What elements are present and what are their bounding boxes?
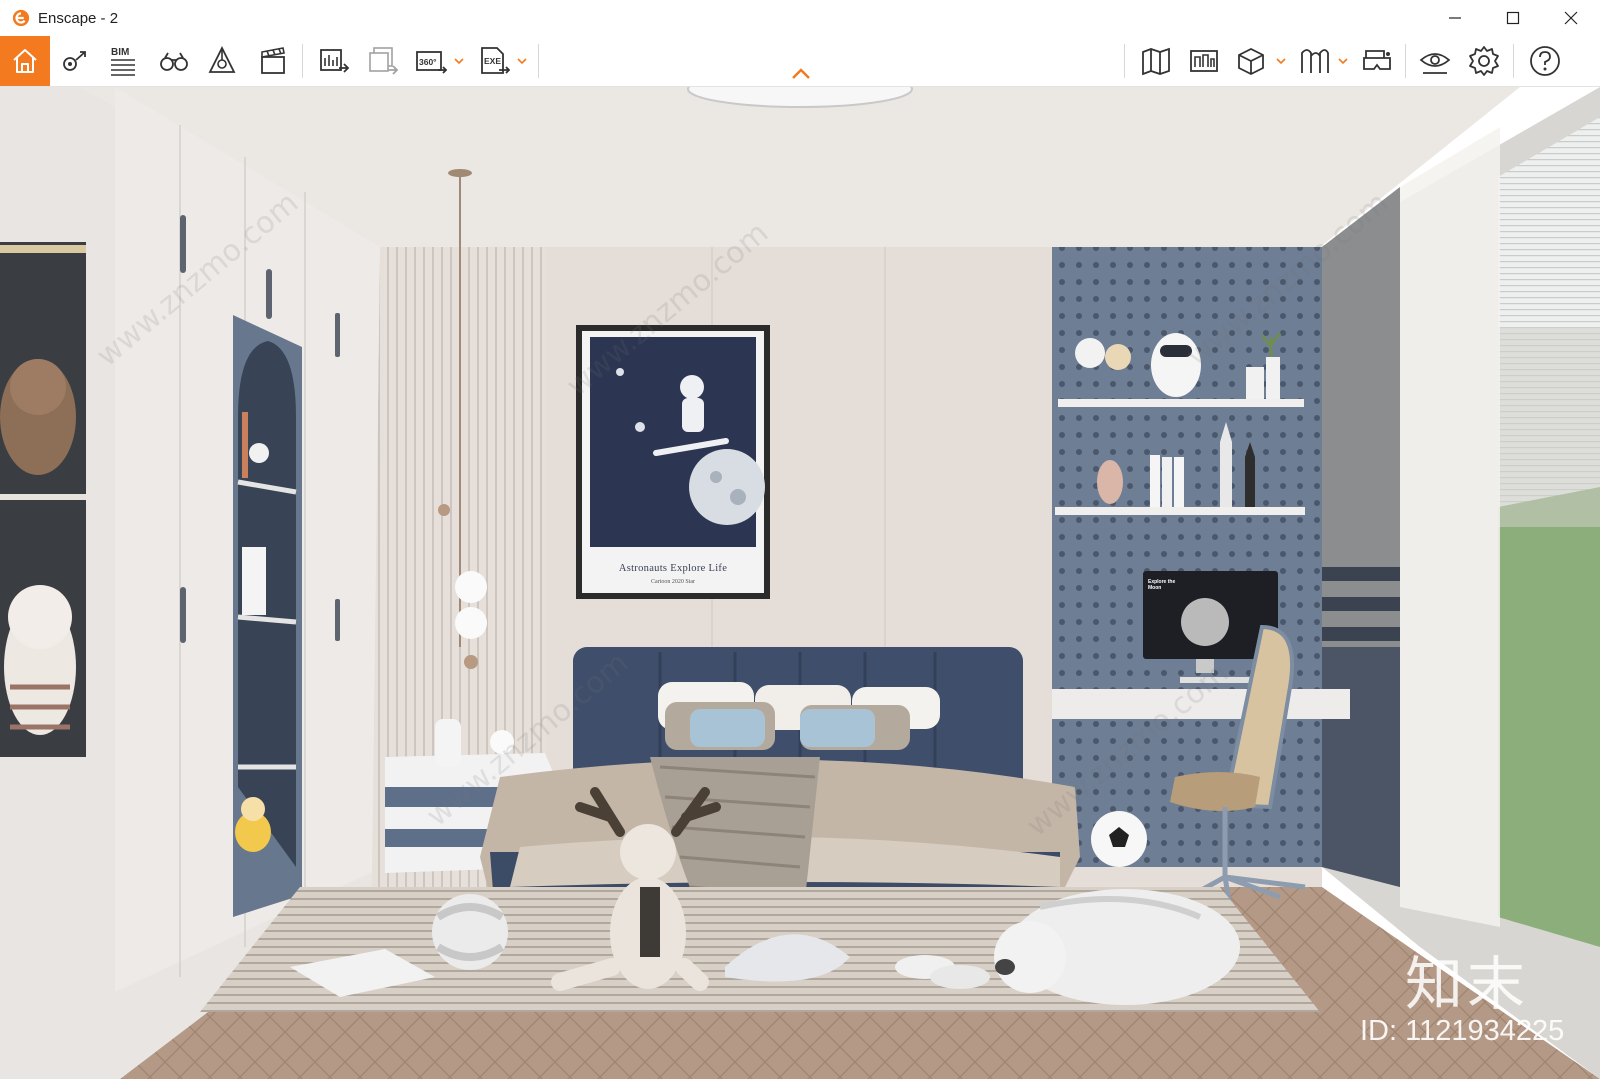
- close-icon: [1564, 11, 1578, 25]
- export-dropdown-chevron-icon[interactable]: [516, 55, 528, 67]
- clapperboard-icon: [261, 47, 285, 74]
- bim-button[interactable]: BIM: [101, 39, 145, 83]
- batch-render-button[interactable]: [361, 39, 405, 83]
- building-icon: [1190, 50, 1218, 72]
- svg-text:BIM: BIM: [111, 47, 129, 58]
- batch-render-icon: [369, 47, 399, 75]
- map-button[interactable]: [1134, 39, 1178, 83]
- panorama-dropdown-chevron-icon[interactable]: [453, 55, 465, 67]
- section-dropdown-chevron-icon[interactable]: [1275, 55, 1287, 67]
- library-dropdown-chevron-icon[interactable]: [1337, 55, 1349, 67]
- cube-tree-icon: [208, 45, 236, 73]
- bim-lines-icon: BIM: [111, 47, 135, 76]
- vr-button[interactable]: [1355, 39, 1399, 83]
- binoculars-icon: [160, 52, 188, 71]
- site-context-button[interactable]: [1182, 39, 1226, 83]
- collapse-toolbar-chevron-icon[interactable]: [790, 66, 812, 82]
- watermark-logo: 知末: [1405, 950, 1530, 1018]
- views-button[interactable]: [52, 39, 96, 83]
- render-screen-icon: [320, 49, 350, 73]
- export-button[interactable]: EXE: [472, 39, 516, 83]
- home-button[interactable]: [0, 36, 50, 86]
- minimize-icon: [1449, 17, 1461, 19]
- eye-icon: [1419, 53, 1451, 74]
- poster-title: Astronauts Explore Life: [618, 563, 728, 574]
- svg-text:EXE: EXE: [484, 56, 501, 66]
- visual-settings-button[interactable]: [1413, 39, 1457, 83]
- vr-headset-icon: [1363, 50, 1391, 70]
- main-toolbar: BIM 360° EXE: [0, 36, 1600, 87]
- enscape-logo-icon: [12, 9, 30, 27]
- svg-text:360°: 360°: [419, 57, 437, 67]
- title-bar: Enscape - 2: [0, 0, 1600, 36]
- settings-button[interactable]: [1462, 39, 1506, 83]
- export-icon: EXE: [481, 47, 511, 74]
- map-icon: [1142, 47, 1170, 76]
- maximize-button[interactable]: [1484, 0, 1542, 36]
- window-title: Enscape - 2: [38, 9, 119, 27]
- library-button[interactable]: [1292, 39, 1336, 83]
- panorama-button[interactable]: 360°: [409, 39, 453, 83]
- box-icon: [1238, 47, 1264, 76]
- poster-subtitle: Cartoon 2020 Star: [651, 579, 695, 585]
- walk-mode-button[interactable]: [152, 39, 196, 83]
- asset-library-button[interactable]: [200, 39, 244, 83]
- render-viewport[interactable]: Astronauts Explore Life Cartoon 2020 Sta…: [0, 87, 1600, 1079]
- render-image-button[interactable]: [312, 39, 356, 83]
- panorama-icon: 360°: [416, 51, 448, 74]
- question-icon: [1530, 46, 1560, 76]
- house-icon: [13, 49, 37, 73]
- location-pin-icon: [63, 51, 86, 71]
- section-button[interactable]: [1229, 39, 1273, 83]
- gear-icon: [1469, 46, 1499, 76]
- monitor-screen-text: Explore the Moon: [1148, 579, 1176, 591]
- watermark-id: ID: 1121934225: [1360, 1015, 1565, 1047]
- help-button[interactable]: [1523, 39, 1567, 83]
- minimize-button[interactable]: [1426, 0, 1484, 36]
- close-button[interactable]: [1542, 0, 1600, 36]
- video-editor-button[interactable]: [251, 39, 295, 83]
- books-icon: [1301, 49, 1329, 73]
- maximize-icon: [1506, 11, 1520, 25]
